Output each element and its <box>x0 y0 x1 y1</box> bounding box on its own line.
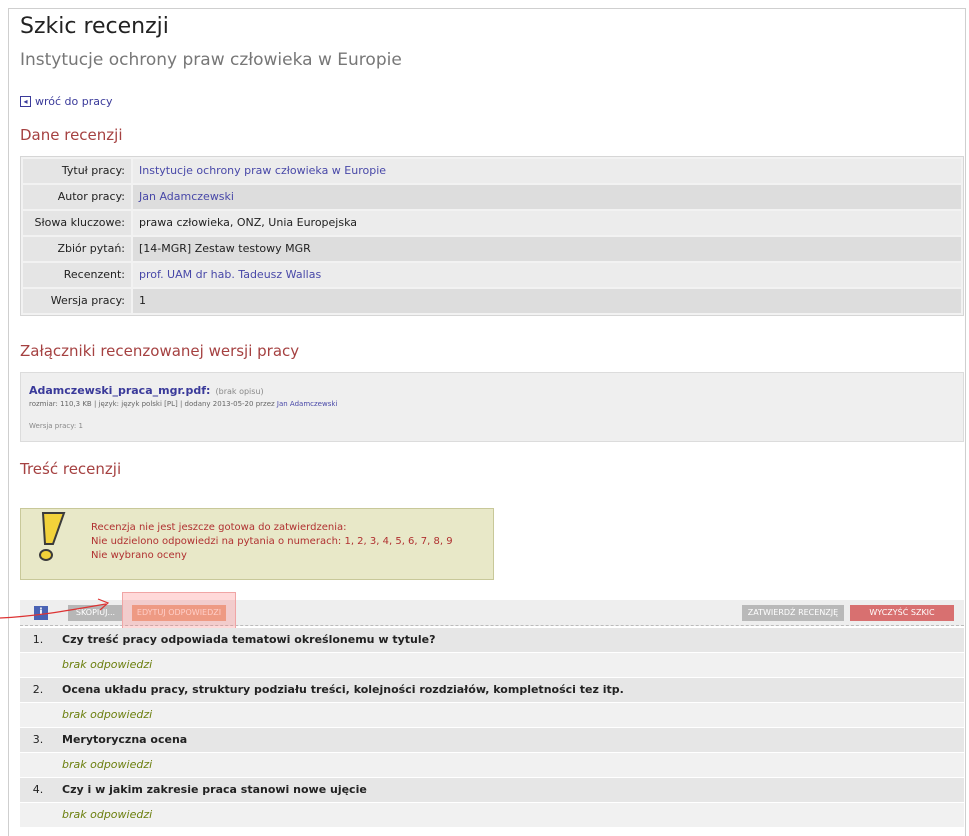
info-label: Autor pracy: <box>23 185 131 209</box>
section-title-review-data: Dane recenzji <box>20 126 123 144</box>
question-number: 1. <box>32 633 44 646</box>
info-label: Tytuł pracy: <box>23 159 131 183</box>
info-row-question-set: Zbiór pytań: [14-MGR] Zestaw testowy MGR <box>23 237 961 261</box>
question-row: 2. Ocena układu pracy, struktury podział… <box>20 678 964 702</box>
author-link[interactable]: Jan Adamczewski <box>133 185 961 209</box>
back-link-label: wróć do pracy <box>35 95 113 108</box>
attachment-description: (brak opisu) <box>215 387 264 396</box>
exclamation-icon <box>39 512 66 561</box>
attachment-meta: rozmiar: 110,3 KB | język: język polski … <box>29 400 955 408</box>
info-label: Zbiór pytań: <box>23 237 131 261</box>
section-title-attachments: Załączniki recenzowanej wersji pracy <box>20 342 300 360</box>
attachment-header: Adamczewski_praca_mgr.pdf: (brak opisu) <box>29 379 955 398</box>
answer-row: brak odpowiedzi <box>20 753 964 777</box>
questions-list: 1. Czy treść pracy odpowiada tematowi ok… <box>20 628 964 828</box>
info-row-version: Wersja pracy: 1 <box>23 289 961 313</box>
attachment-version: Wersja pracy: 1 <box>29 422 83 430</box>
question-text: Czy treść pracy odpowiada tematowi okreś… <box>62 633 436 646</box>
question-row: 3. Merytoryczna ocena <box>20 728 964 752</box>
attachment-author-link[interactable]: Jan Adamczewski <box>277 400 337 408</box>
warning-line-1: Recenzja nie jest jeszcze gotowa do zatw… <box>91 522 347 533</box>
annotation-arrow-icon <box>0 598 110 619</box>
warning-line-3: Nie wybrano oceny <box>91 550 187 561</box>
question-row: 1. Czy treść pracy odpowiada tematowi ok… <box>20 628 964 652</box>
back-arrow-icon: ◂ <box>20 96 31 107</box>
answer-row: brak odpowiedzi <box>20 653 964 677</box>
warning-line-2: Nie udzielono odpowiedzi na pytania o nu… <box>91 536 453 547</box>
answer-text: brak odpowiedzi <box>62 758 153 771</box>
attachment-meta-text: rozmiar: 110,3 KB | język: język polski … <box>29 400 275 408</box>
warning-text: Recenzja nie jest jeszcze gotowa do zatw… <box>91 521 453 563</box>
question-text: Czy i w jakim zakresie praca stanowi now… <box>62 783 367 796</box>
info-label: Słowa kluczowe: <box>23 211 131 235</box>
question-set-value: [14-MGR] Zestaw testowy MGR <box>133 237 961 261</box>
clear-draft-button[interactable]: WYCZYŚĆ SZKIC <box>850 605 954 621</box>
info-row-reviewer: Recenzent: prof. UAM dr hab. Tadeusz Wal… <box>23 263 961 287</box>
attachment-file-link[interactable]: Adamczewski_praca_mgr.pdf: <box>29 384 210 397</box>
keywords-value: prawa człowieka, ONZ, Unia Europejska <box>133 211 961 235</box>
answer-text: brak odpowiedzi <box>62 808 153 821</box>
question-number: 4. <box>32 783 44 796</box>
info-label: Wersja pracy: <box>23 289 131 313</box>
review-info-table: Tytuł pracy: Instytucje ochrony praw czł… <box>20 156 964 316</box>
question-number: 3. <box>32 733 44 746</box>
section-title-content: Treść recenzji <box>20 460 122 478</box>
reviewer-link[interactable]: prof. UAM dr hab. Tadeusz Wallas <box>133 263 961 287</box>
answer-row: brak odpowiedzi <box>20 703 964 727</box>
answer-row: brak odpowiedzi <box>20 803 964 827</box>
answer-text: brak odpowiedzi <box>62 658 153 671</box>
info-row-keywords: Słowa kluczowe: prawa człowieka, ONZ, Un… <box>23 211 961 235</box>
work-title-link[interactable]: Instytucje ochrony praw człowieka w Euro… <box>133 159 961 183</box>
info-row-author: Autor pracy: Jan Adamczewski <box>23 185 961 209</box>
question-text: Merytoryczna ocena <box>62 733 188 746</box>
warning-box: Recenzja nie jest jeszcze gotowa do zatw… <box>20 508 494 580</box>
question-row: 4. Czy i w jakim zakresie praca stanowi … <box>20 778 964 802</box>
info-row-title: Tytuł pracy: Instytucje ochrony praw czł… <box>23 159 961 183</box>
answer-text: brak odpowiedzi <box>62 708 153 721</box>
back-link[interactable]: ◂ wróć do pracy <box>20 95 113 108</box>
info-label: Recenzent: <box>23 263 131 287</box>
page-subtitle: Instytucje ochrony praw człowieka w Euro… <box>20 50 402 70</box>
question-number: 2. <box>32 683 44 696</box>
version-value: 1 <box>133 289 961 313</box>
approve-review-button[interactable]: ZATWIERDŹ RECENZJĘ <box>742 605 844 621</box>
page-title: Szkic recenzji <box>20 14 169 39</box>
attachment-box: Adamczewski_praca_mgr.pdf: (brak opisu) … <box>20 372 964 442</box>
question-text: Ocena układu pracy, struktury podziału t… <box>62 683 624 696</box>
